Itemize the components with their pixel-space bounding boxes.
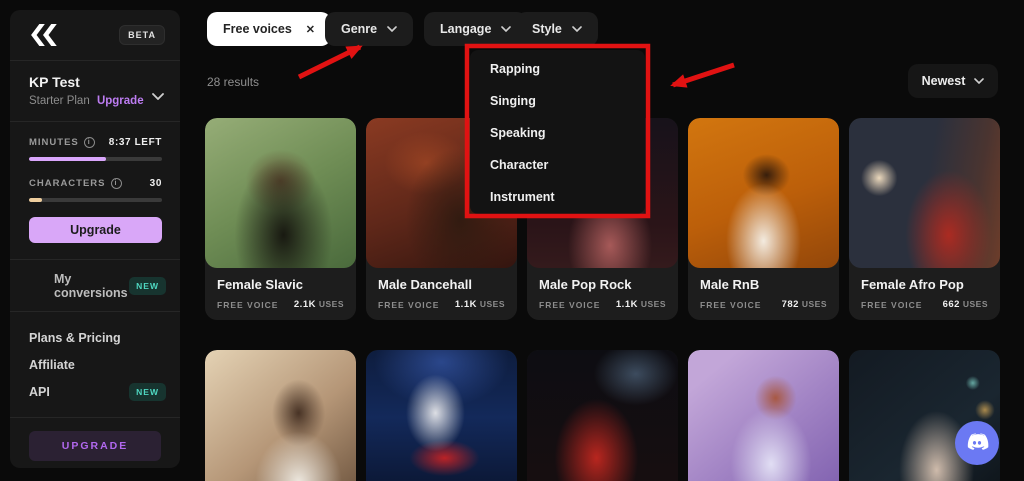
discord-icon <box>964 429 990 458</box>
voice-card-image <box>688 118 839 268</box>
menu-item-character[interactable]: Character <box>470 149 645 181</box>
voice-card-type: FREE VOICE <box>700 299 762 310</box>
chevron-down-icon <box>974 78 985 84</box>
voice-card-title: Male RnB <box>700 277 760 292</box>
sort-newest-button[interactable]: Newest <box>908 64 998 98</box>
characters-progress-fill <box>29 198 43 202</box>
voice-card-type: FREE VOICE <box>539 299 601 310</box>
voice-card-uses-label: USES <box>479 299 505 309</box>
filter-style-button[interactable]: Style <box>516 12 598 46</box>
voice-card-image <box>205 350 356 481</box>
account-plan: Starter Plan <box>29 95 90 107</box>
upgrade-cta-button[interactable]: UPGRADE <box>29 431 161 461</box>
account-section[interactable]: KP Test Starter Plan Upgrade <box>10 61 180 121</box>
sidebar-item-plans-pricing[interactable]: Plans & Pricing <box>29 324 166 351</box>
affiliate-label: Affiliate <box>29 357 75 372</box>
voice-card[interactable] <box>688 350 839 481</box>
genre-dropdown-menu: Rapping Singing Speaking Character Instr… <box>470 50 645 214</box>
voice-card-type: FREE VOICE <box>378 299 440 310</box>
filter-genre-button[interactable]: Genre <box>325 12 414 46</box>
voice-card[interactable]: Female Afro Pop FREE VOICE 662 USES <box>849 118 1000 320</box>
sidebar: BETA KP Test Starter Plan Upgrade MINUTE… <box>10 10 180 468</box>
voice-card-uses-label: USES <box>640 299 666 309</box>
menu-item-instrument[interactable]: Instrument <box>470 181 645 213</box>
app-screen: BETA KP Test Starter Plan Upgrade MINUTE… <box>0 0 1024 481</box>
beta-badge: BETA <box>119 25 165 45</box>
characters-progress-track <box>29 198 162 202</box>
filter-chip-free-voices[interactable]: Free voices ✕ <box>207 12 332 46</box>
menu-item-speaking[interactable]: Speaking <box>470 117 645 149</box>
voice-card[interactable] <box>527 350 678 481</box>
sort-label: Newest <box>921 74 966 88</box>
kits-logo[interactable] <box>29 24 57 46</box>
voice-card-type: FREE VOICE <box>861 299 923 310</box>
minutes-label: MINUTES <box>29 137 79 148</box>
info-circle-icon[interactable]: i <box>83 137 95 148</box>
characters-label: CHARACTERS <box>29 178 106 189</box>
voice-card-title: Male Dancehall <box>378 277 472 292</box>
menu-item-singing[interactable]: Singing <box>470 85 645 117</box>
new-badge: NEW <box>129 382 166 401</box>
discord-button[interactable] <box>955 421 999 465</box>
voice-card-title: Female Slavic <box>217 277 303 292</box>
new-badge: NEW <box>129 276 166 295</box>
minutes-progress-track <box>29 157 162 161</box>
style-label: Style <box>532 22 562 36</box>
divider <box>10 417 180 418</box>
plan-upgrade-link[interactable]: Upgrade <box>97 95 144 107</box>
filter-langage-button[interactable]: Langage <box>424 12 528 46</box>
sidebar-item-my-conversions[interactable]: My conversions NEW <box>10 260 180 311</box>
voice-card[interactable] <box>366 350 517 481</box>
voice-card-uses-label: USES <box>318 299 344 309</box>
annotation-red-arrow-genre <box>297 44 363 80</box>
api-label: API <box>29 384 50 399</box>
account-name: KP Test <box>29 74 80 90</box>
voice-card-uses-label: USES <box>801 299 827 309</box>
voice-card-title: Female Afro Pop <box>861 277 964 292</box>
annotation-red-arrow-dropdown <box>670 62 735 88</box>
plans-pricing-label: Plans & Pricing <box>29 330 121 345</box>
sidebar-item-api[interactable]: API NEW <box>29 378 166 405</box>
voice-card-uses-count: 1.1K <box>615 299 638 310</box>
voice-card[interactable]: Male RnB FREE VOICE 782 USES <box>688 118 839 320</box>
voice-card-image <box>849 118 1000 268</box>
voice-card-title: Male Pop Rock <box>539 277 632 292</box>
voice-card-image <box>688 350 839 481</box>
voice-card-uses-count: 2.1K <box>293 299 316 310</box>
menu-item-rapping[interactable]: Rapping <box>470 53 645 85</box>
chevron-down-icon <box>572 26 582 32</box>
voice-card-uses-count: 1.1K <box>454 299 477 310</box>
langage-label: Langage <box>440 22 492 36</box>
voice-card-uses-count: 662 <box>942 299 960 310</box>
voice-card-grid-row-2 <box>205 350 1000 481</box>
voice-card-image <box>527 350 678 481</box>
chevron-down-icon <box>387 26 397 32</box>
sidebar-item-affiliate[interactable]: Affiliate <box>29 351 166 378</box>
voice-card-type: FREE VOICE <box>217 299 279 310</box>
minutes-left-value: 8:37 LEFT <box>108 137 162 148</box>
chevron-down-icon <box>501 26 512 32</box>
voice-card-image <box>366 350 517 481</box>
minutes-progress-fill <box>29 157 107 161</box>
x-close-icon[interactable]: ✕ <box>306 23 315 36</box>
characters-value: 30 <box>149 178 162 189</box>
chevron-down-icon[interactable] <box>152 87 164 105</box>
results-count: 28 results <box>207 75 260 89</box>
voice-card-uses-label: USES <box>962 299 988 309</box>
voice-card[interactable]: Female Slavic FREE VOICE 2.1K USES <box>205 118 356 320</box>
genre-label: Genre <box>341 22 378 36</box>
voice-card[interactable] <box>205 350 356 481</box>
voice-card-uses-count: 782 <box>781 299 799 310</box>
usage-section: MINUTES i 8:37 LEFT CHARACTERS i 30 Upgr… <box>10 122 180 259</box>
free-voices-label: Free voices <box>223 22 292 36</box>
voice-card-image <box>205 118 356 268</box>
info-circle-icon[interactable]: i <box>110 178 122 189</box>
upgrade-button[interactable]: Upgrade <box>29 217 162 243</box>
my-conversions-label: My conversions <box>54 271 128 300</box>
